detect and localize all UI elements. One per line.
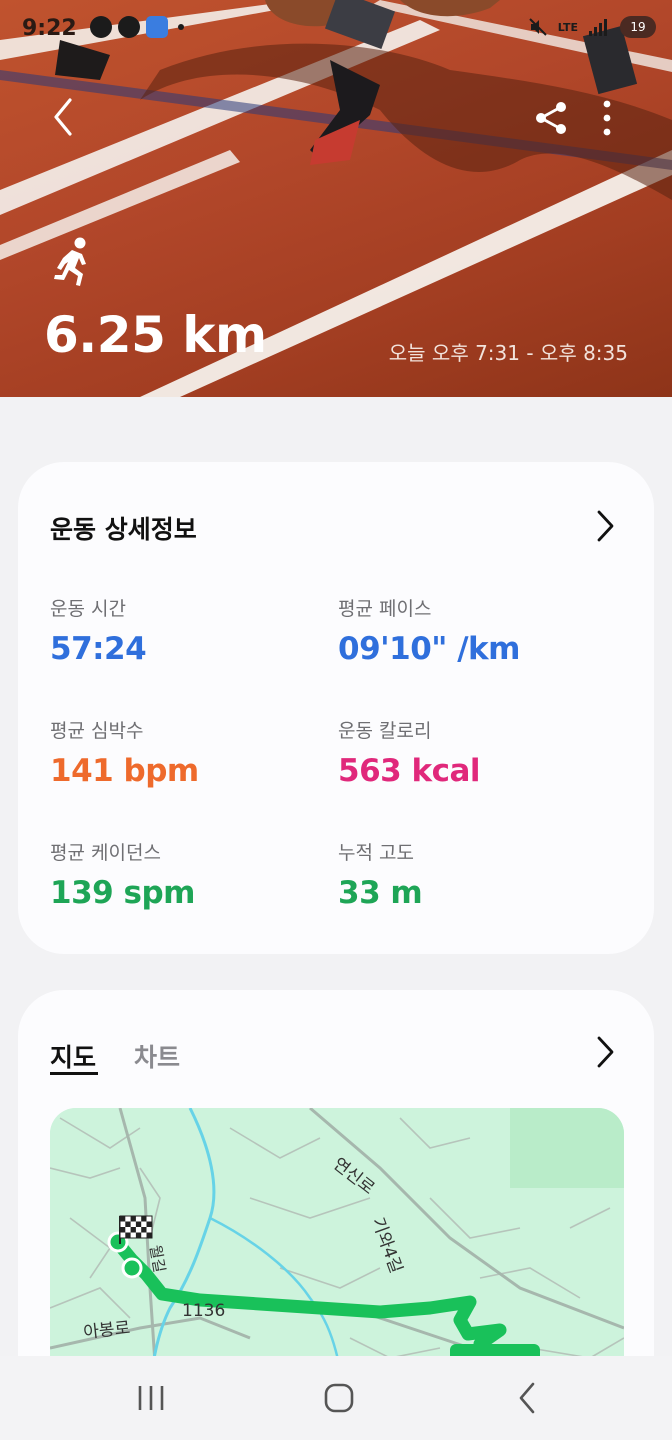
details-chevron-button[interactable] bbox=[590, 506, 620, 546]
signal-icon bbox=[589, 19, 607, 36]
nav-back-button[interactable] bbox=[497, 1374, 557, 1422]
more-vert-icon bbox=[603, 100, 611, 136]
share-button[interactable] bbox=[532, 98, 572, 138]
stat-label: 평균 페이스 bbox=[338, 598, 432, 620]
hero-header: 9:22 LTE 19 6.25 km 오늘 오후 7:31 - 오후 8:35 bbox=[0, 0, 672, 397]
tab-map[interactable]: 지도 bbox=[50, 1038, 96, 1074]
back-icon bbox=[54, 98, 72, 136]
recents-icon bbox=[138, 1386, 164, 1410]
status-right: LTE 19 bbox=[528, 16, 656, 38]
running-icon bbox=[54, 237, 86, 286]
tab-chart[interactable]: 차트 bbox=[134, 1038, 180, 1074]
chevron-right-icon bbox=[597, 1036, 614, 1068]
stat-label: 누적 고도 bbox=[338, 842, 414, 864]
stat-average-heart-rate: 평균 심박수 141 bpm bbox=[50, 716, 199, 789]
chevron-right-icon bbox=[597, 510, 614, 542]
workout-details-card[interactable]: 운동 상세정보 운동 시간 57:24 평균 페이스 09'10" /km 평균… bbox=[18, 462, 654, 954]
battery-icon: 19 bbox=[620, 16, 656, 38]
status-bar: 9:22 LTE 19 bbox=[0, 0, 672, 58]
back-button[interactable] bbox=[44, 94, 84, 140]
network-type: LTE bbox=[557, 20, 578, 34]
active-tab-indicator bbox=[50, 1072, 98, 1075]
phone-icon bbox=[90, 16, 112, 38]
stat-value: 09'10" /km bbox=[338, 631, 520, 667]
more-options-button[interactable] bbox=[592, 98, 622, 138]
workout-time-range: 오늘 오후 7:31 - 오후 8:35 bbox=[388, 341, 628, 365]
more-notifications-icon bbox=[178, 24, 184, 30]
stat-average-pace: 평균 페이스 09'10" /km bbox=[338, 594, 520, 667]
app-notification-icon bbox=[146, 16, 168, 38]
home-button[interactable] bbox=[309, 1374, 369, 1422]
map-chevron-button[interactable] bbox=[590, 1032, 620, 1072]
stat-label: 평균 케이던스 bbox=[50, 842, 161, 864]
stat-label: 운동 시간 bbox=[50, 598, 126, 620]
stat-average-cadence: 평균 케이던스 139 spm bbox=[50, 838, 195, 911]
wear-icon bbox=[118, 16, 140, 38]
stat-value: 33 m bbox=[338, 875, 423, 911]
notification-icons bbox=[90, 16, 184, 38]
card-title: 운동 상세정보 bbox=[50, 515, 197, 544]
stat-value: 141 bpm bbox=[50, 753, 199, 789]
end-marker-icon bbox=[121, 1257, 143, 1279]
stat-label: 평균 심박수 bbox=[50, 720, 144, 742]
stat-value: 57:24 bbox=[50, 631, 147, 667]
stat-calories: 운동 칼로리 563 kcal bbox=[338, 716, 481, 789]
stat-value: 563 kcal bbox=[338, 753, 481, 789]
stat-workout-time: 운동 시간 57:24 bbox=[50, 594, 147, 667]
stat-label: 운동 칼로리 bbox=[338, 720, 432, 742]
stat-value: 139 spm bbox=[50, 875, 195, 911]
recents-button[interactable] bbox=[121, 1374, 181, 1422]
mute-icon bbox=[529, 18, 547, 36]
home-icon bbox=[324, 1383, 354, 1413]
back-icon bbox=[519, 1382, 535, 1414]
stat-elevation-gain: 누적 고도 33 m bbox=[338, 838, 423, 911]
share-icon bbox=[536, 102, 566, 134]
system-nav-bar bbox=[0, 1356, 672, 1440]
map-chart-card: 지도 차트 연신로 기와4길 1136 아봉로 월길 bbox=[18, 990, 654, 1410]
map-label-road-3: 1136 bbox=[182, 1301, 225, 1321]
distance-value: 6.25 km bbox=[44, 306, 267, 364]
status-time: 9:22 bbox=[22, 16, 77, 41]
